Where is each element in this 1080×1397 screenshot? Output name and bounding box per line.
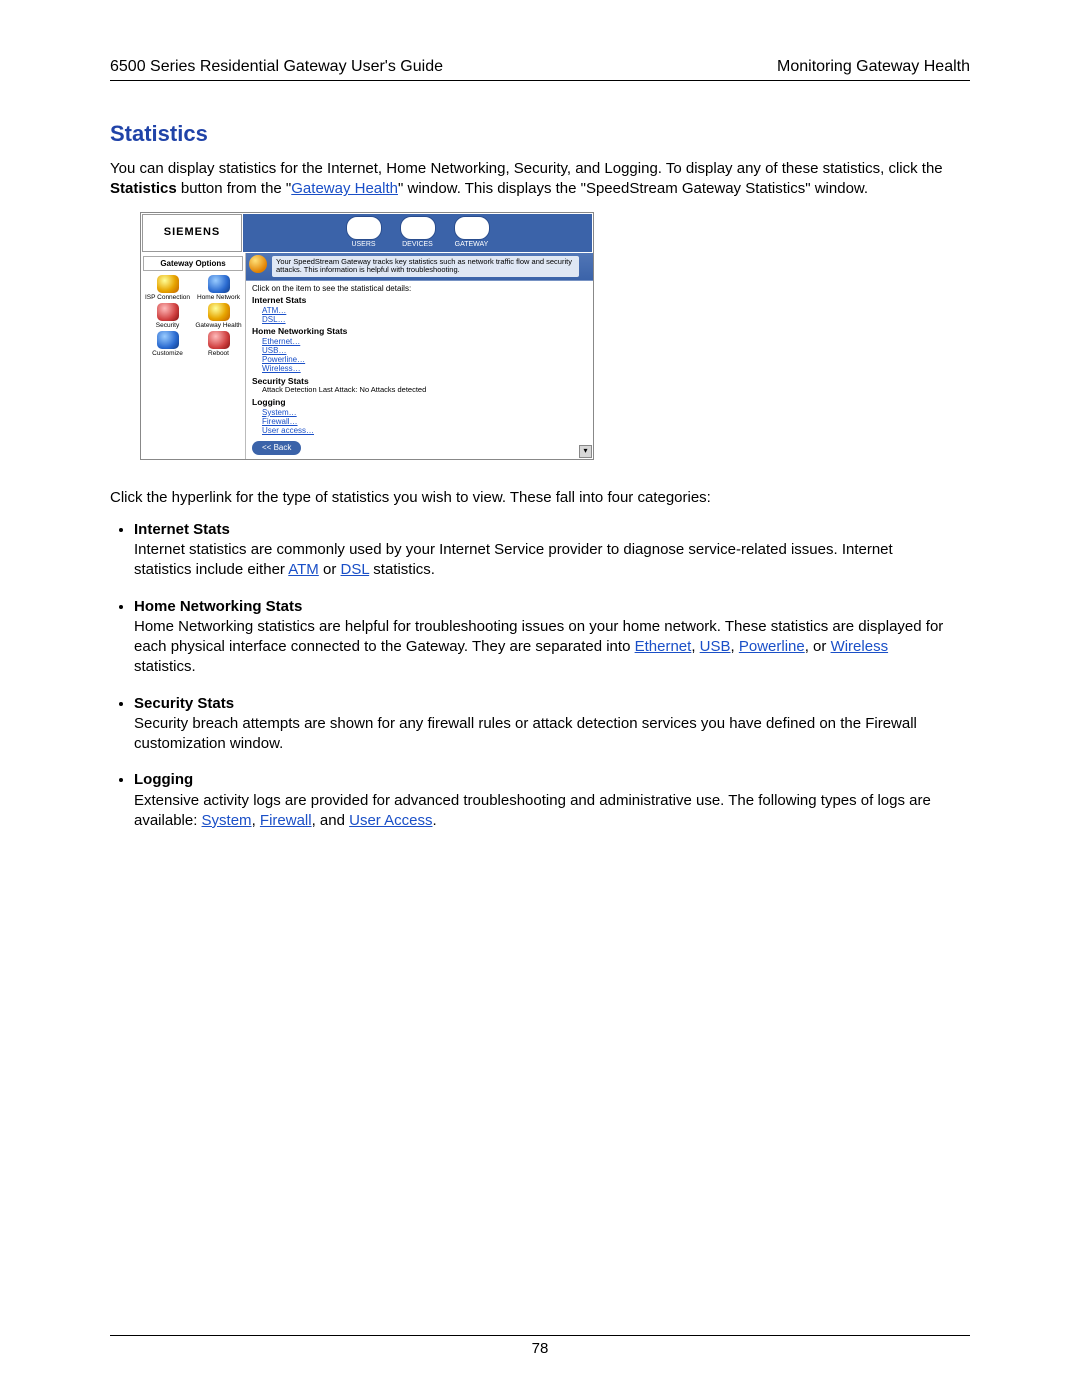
sidebar-item[interactable]: Customize (143, 331, 192, 357)
topnav-devices[interactable]: DEVICES (400, 216, 436, 249)
sidebar-icon (157, 275, 179, 293)
intro-paragraph: You can display statistics for the Inter… (110, 159, 970, 200)
inline-link[interactable]: ATM (288, 561, 319, 578)
topnav-icon (400, 216, 436, 240)
header-left: 6500 Series Residential Gateway User's G… (110, 58, 443, 76)
inline-link[interactable]: DSL (341, 561, 370, 578)
back-button[interactable]: << Back (252, 441, 301, 454)
sidebar-icon (157, 303, 179, 321)
sidebar-icon (208, 275, 230, 293)
sidebar: Gateway Options ISP ConnectionHome Netwo… (141, 253, 246, 459)
topnav-users[interactable]: USERS (346, 216, 382, 249)
stat-group: Internet StatsATM…DSL… (246, 295, 593, 326)
category-text: Security breach attempts are shown for a… (134, 715, 917, 752)
page-header: 6500 Series Residential Gateway User's G… (110, 58, 970, 81)
inline-link[interactable]: Firewall (260, 812, 312, 829)
inline-link[interactable]: USB (700, 638, 731, 655)
stat-group: Security StatsAttack Detection Last Atta… (246, 376, 593, 397)
globe-icon (249, 255, 267, 273)
category-text: Internet statistics are commonly used by… (134, 541, 893, 578)
section-title: Statistics (110, 121, 970, 147)
embedded-screenshot: SIEMENS USERS DEVICES GATEWAY Gateway Opti… (140, 212, 594, 460)
stat-note: Attack Detection Last Attack: No Attacks… (262, 386, 587, 395)
after-shot-paragraph: Click the hyperlink for the type of stat… (110, 488, 970, 508)
banner-text: Your SpeedStream Gateway tracks key stat… (272, 256, 579, 277)
inline-link[interactable]: Wireless (831, 638, 889, 655)
inline-link[interactable]: Ethernet (635, 638, 692, 655)
category-item: Internet StatsInternet statistics are co… (134, 520, 970, 581)
intro-text: " window. This displays the "SpeedStream… (398, 180, 868, 197)
category-text: statistics. (369, 561, 435, 578)
category-text: , (252, 812, 260, 829)
stat-group: Home Networking StatsEthernet…USB…Powerl… (246, 326, 593, 376)
info-banner: Your SpeedStream Gateway tracks key stat… (246, 253, 593, 281)
intro-bold: Statistics (110, 180, 177, 197)
stats-panel: ▴ Your SpeedStream Gateway tracks key st… (246, 253, 593, 459)
stat-link[interactable]: Wireless… (262, 364, 587, 373)
stat-link[interactable]: DSL… (262, 315, 587, 324)
page-number: 78 (532, 1340, 549, 1357)
stat-link[interactable]: Powerline… (262, 355, 587, 364)
sidebar-icon (157, 331, 179, 349)
sidebar-item[interactable]: ISP Connection (143, 275, 192, 301)
sidebar-icon (208, 331, 230, 349)
category-text: or (319, 561, 341, 578)
category-text: statistics. (134, 658, 196, 675)
stat-group-title: Logging (252, 398, 587, 408)
sidebar-icon (208, 303, 230, 321)
category-item: LoggingExtensive activity logs are provi… (134, 770, 970, 831)
category-item: Security StatsSecurity breach attempts a… (134, 694, 970, 755)
scroll-down-icon[interactable]: ▾ (579, 445, 592, 458)
inline-link[interactable]: Powerline (739, 638, 805, 655)
stat-group-title: Home Networking Stats (252, 327, 587, 337)
category-title: Logging (134, 770, 950, 790)
stat-link[interactable]: System… (262, 408, 587, 417)
document-page: 6500 Series Residential Gateway User's G… (0, 0, 1080, 1397)
link-gateway-health[interactable]: Gateway Health (291, 180, 398, 197)
category-list: Internet StatsInternet statistics are co… (134, 520, 970, 831)
topnav-icon (454, 216, 490, 240)
intro-text: button from the " (177, 180, 292, 197)
stat-link[interactable]: Firewall… (262, 417, 587, 426)
sidebar-item[interactable]: Home Network (194, 275, 243, 301)
sidebar-item[interactable]: Gateway Health (194, 303, 243, 329)
stat-link[interactable]: User access… (262, 426, 587, 435)
category-title: Home Networking Stats (134, 597, 950, 617)
stat-group-title: Internet Stats (252, 296, 587, 306)
stat-group: LoggingSystem…Firewall…User access… (246, 397, 593, 437)
sidebar-item[interactable]: Security (143, 303, 192, 329)
sidebar-item[interactable]: Reboot (194, 331, 243, 357)
category-text: . (432, 812, 436, 829)
inline-link[interactable]: System (202, 812, 252, 829)
category-item: Home Networking StatsHome Networking sta… (134, 597, 970, 678)
intro-text: You can display statistics for the Inter… (110, 160, 943, 177)
category-text: , (731, 638, 739, 655)
category-text: , or (805, 638, 831, 655)
page-footer: 78 (110, 1335, 970, 1357)
top-nav: USERS DEVICES GATEWAY (243, 214, 592, 252)
stat-link[interactable]: Ethernet… (262, 337, 587, 346)
stat-link[interactable]: USB… (262, 346, 587, 355)
header-right: Monitoring Gateway Health (777, 58, 970, 76)
category-title: Internet Stats (134, 520, 950, 540)
siemens-logo: SIEMENS (142, 214, 242, 252)
category-title: Security Stats (134, 694, 950, 714)
panel-subhead: Click on the item to see the statistical… (246, 281, 593, 295)
inline-link[interactable]: User Access (349, 812, 432, 829)
sidebar-title: Gateway Options (143, 256, 243, 271)
topnav-gateway[interactable]: GATEWAY (454, 216, 490, 249)
topnav-icon (346, 216, 382, 240)
stat-link[interactable]: ATM… (262, 306, 587, 315)
category-text: , (691, 638, 699, 655)
category-text: , and (312, 812, 350, 829)
